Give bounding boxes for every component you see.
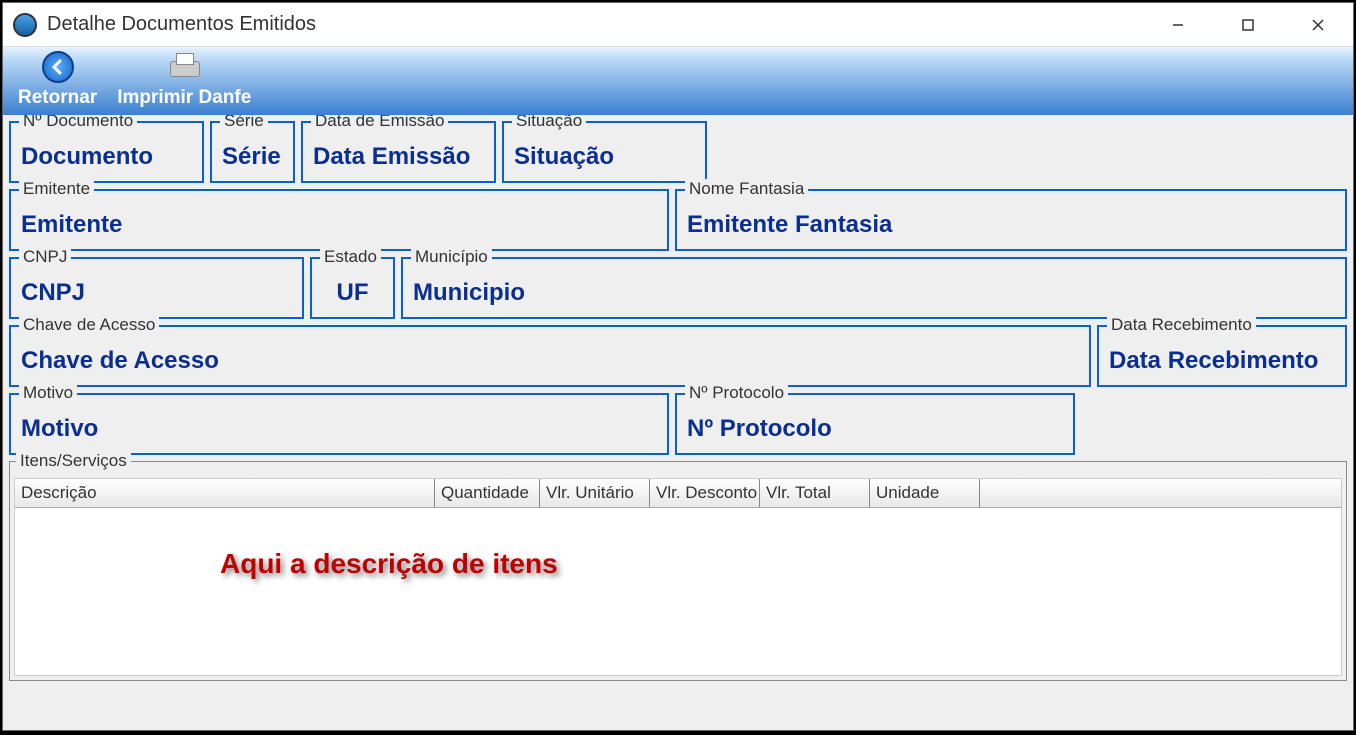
table-header: Descrição Quantidade Vlr. Unitário Vlr. … [15, 479, 1341, 508]
print-label: Imprimir Danfe [117, 87, 251, 109]
window-controls [1143, 3, 1353, 47]
label-data-recebimento: Data Recebimento [1107, 315, 1256, 335]
field-chave-acesso: Chave de Acesso Chave de Acesso [9, 325, 1091, 387]
col-vlr-desconto[interactable]: Vlr. Desconto [650, 479, 760, 507]
label-serie: Série [220, 115, 268, 131]
field-motivo: Motivo Motivo [9, 393, 669, 455]
value-data-recebimento: Data Recebimento [1109, 347, 1335, 375]
value-serie: Série [222, 143, 283, 171]
itens-label: Itens/Serviços [16, 451, 131, 471]
value-motivo: Motivo [21, 415, 657, 443]
field-municipio: Município Municipio [401, 257, 1347, 319]
value-nome-fantasia: Emitente Fantasia [687, 211, 1335, 239]
field-emitente: Emitente Emitente [9, 189, 669, 251]
overlay-annotation: Aqui a descrição de itens [220, 548, 558, 580]
label-nome-fantasia: Nome Fantasia [685, 179, 808, 199]
window-frame: Detalhe Documentos Emitidos Retornar Imp… [2, 2, 1354, 731]
form-area: Nº Documento Documento Série Série Data … [3, 115, 1353, 730]
label-motivo: Motivo [19, 383, 77, 403]
label-num-documento: Nº Documento [19, 115, 137, 131]
table-body: Aqui a descrição de itens [15, 508, 1341, 658]
col-vlr-total[interactable]: Vlr. Total [760, 479, 870, 507]
label-estado: Estado [320, 247, 381, 267]
field-estado: Estado UF [310, 257, 395, 319]
field-nome-fantasia: Nome Fantasia Emitente Fantasia [675, 189, 1347, 251]
value-municipio: Municipio [413, 279, 1335, 307]
field-serie: Série Série [210, 121, 295, 183]
value-estado: UF [322, 279, 383, 307]
col-descricao[interactable]: Descrição [15, 479, 435, 507]
field-num-protocolo: Nº Protocolo Nº Protocolo [675, 393, 1075, 455]
itens-servicos-box: Itens/Serviços Descrição Quantidade Vlr.… [9, 461, 1347, 681]
value-emitente: Emitente [21, 211, 657, 239]
back-button[interactable]: Retornar [18, 51, 97, 109]
maximize-button[interactable] [1213, 3, 1283, 47]
label-num-protocolo: Nº Protocolo [685, 383, 788, 403]
window-title: Detalhe Documentos Emitidos [47, 13, 1143, 36]
field-data-recebimento: Data Recebimento Data Recebimento [1097, 325, 1347, 387]
label-cnpj: CNPJ [19, 247, 71, 267]
itens-table[interactable]: Descrição Quantidade Vlr. Unitário Vlr. … [14, 478, 1342, 676]
col-quantidade[interactable]: Quantidade [435, 479, 540, 507]
app-icon [13, 13, 37, 37]
field-num-documento: Nº Documento Documento [9, 121, 204, 183]
value-num-protocolo: Nº Protocolo [687, 415, 1063, 443]
field-data-emissao: Data de Emissão Data Emissão [301, 121, 496, 183]
close-button[interactable] [1283, 3, 1353, 47]
value-num-documento: Documento [21, 143, 192, 171]
field-situacao: Situação Situação [502, 121, 707, 183]
print-button[interactable]: Imprimir Danfe [117, 53, 251, 109]
value-data-emissao: Data Emissão [313, 143, 484, 171]
minimize-button[interactable] [1143, 3, 1213, 47]
value-chave-acesso: Chave de Acesso [21, 347, 1079, 375]
label-data-emissao: Data de Emissão [311, 115, 448, 131]
col-vlr-unitario[interactable]: Vlr. Unitário [540, 479, 650, 507]
printer-icon [168, 53, 200, 81]
field-cnpj: CNPJ CNPJ [9, 257, 304, 319]
value-cnpj: CNPJ [21, 279, 292, 307]
value-situacao: Situação [514, 143, 695, 171]
toolbar: Retornar Imprimir Danfe [3, 47, 1353, 115]
label-emitente: Emitente [19, 179, 94, 199]
label-municipio: Município [411, 247, 492, 267]
back-label: Retornar [18, 87, 97, 109]
label-situacao: Situação [512, 115, 586, 131]
titlebar: Detalhe Documentos Emitidos [3, 3, 1353, 47]
label-chave-acesso: Chave de Acesso [19, 315, 159, 335]
back-arrow-icon [42, 51, 74, 83]
col-unidade[interactable]: Unidade [870, 479, 980, 507]
